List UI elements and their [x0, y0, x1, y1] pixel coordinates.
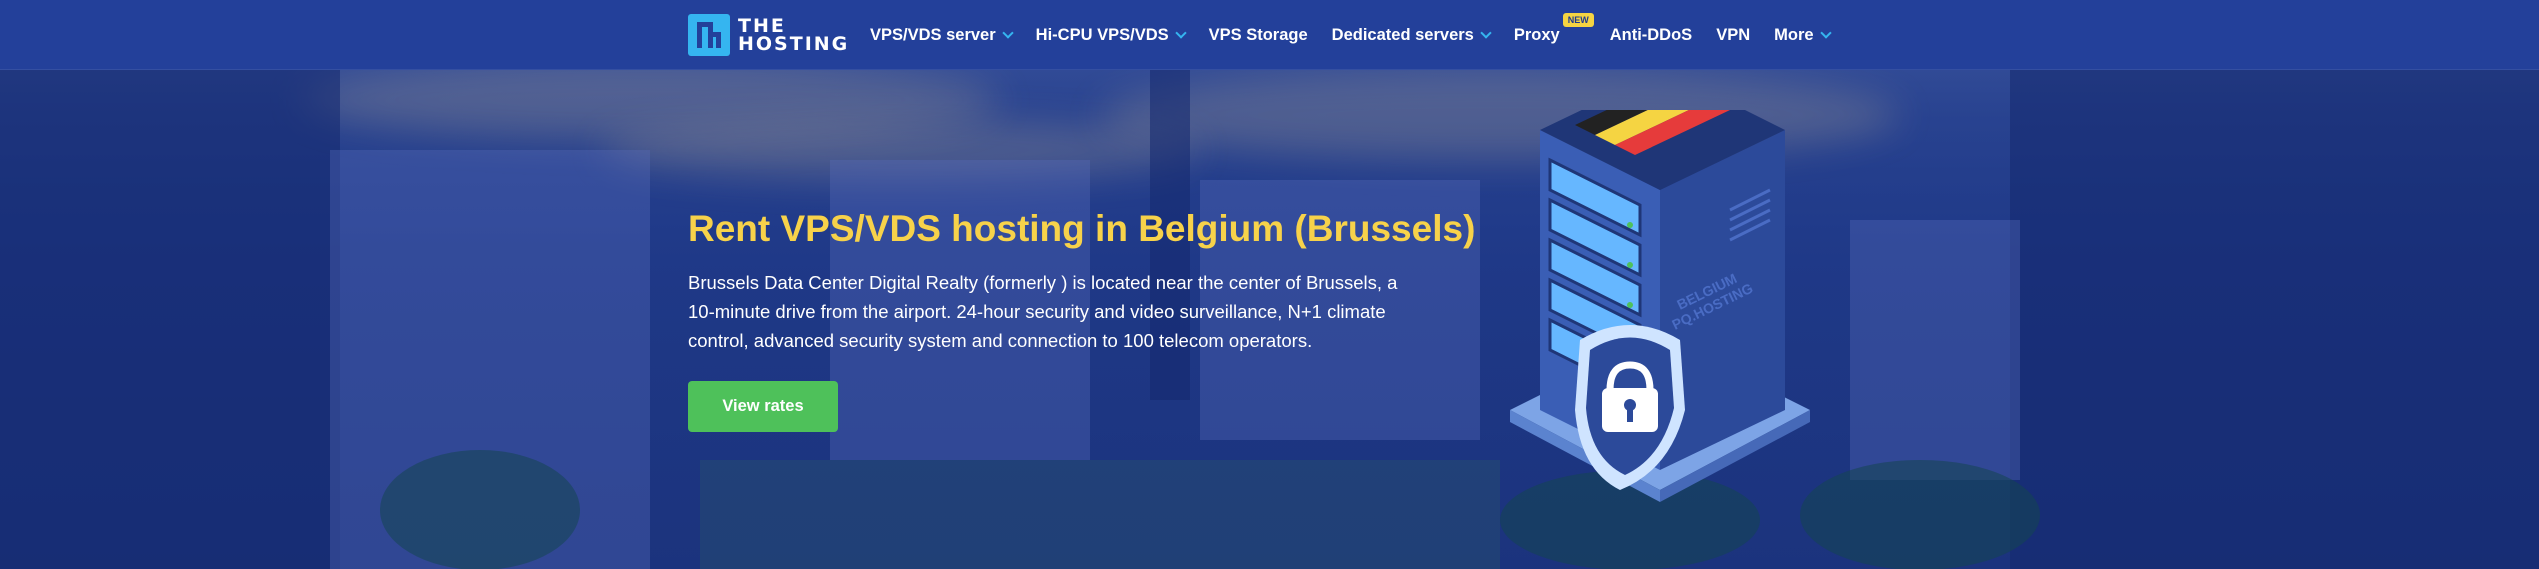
hero-description: Brussels Data Center Digital Realty (for… [688, 272, 1398, 351]
logo-icon [688, 14, 730, 56]
nav-label: VPS/VDS server [870, 25, 996, 44]
nav-vpn[interactable]: VPN [1716, 26, 1750, 45]
nav-anti-ddos[interactable]: Anti-DDoS [1610, 26, 1692, 45]
nav-proxy[interactable]: Proxy NEW [1513, 12, 1594, 45]
nav-label: Proxy [1513, 25, 1560, 44]
chevron-down-icon [1174, 27, 1187, 39]
nav-dedicated-servers[interactable]: Dedicated servers [1331, 25, 1492, 45]
chevron-down-icon [1002, 27, 1014, 39]
logo[interactable]: THE HOSTING [688, 14, 849, 56]
view-rates-button[interactable]: View rates [688, 381, 838, 432]
logo-text: THE HOSTING [738, 17, 850, 55]
nav-label: Dedicated servers [1331, 25, 1474, 44]
main-nav: VPS/VDS server Hi-CPU VPS/VDS VPS Storag… [870, 0, 1854, 70]
chevron-down-icon [1819, 27, 1832, 39]
new-badge: NEW [1562, 12, 1594, 27]
server-illustration: BELGIUM PQ.HOSTING [1510, 110, 1810, 502]
nav-vps-vds-server[interactable]: VPS/VDS server [870, 25, 1014, 45]
nav-label: Anti-DDoS [1609, 25, 1693, 44]
site-header: THE HOSTING VPS/VDS server Hi-CPU VPS/VD… [0, 0, 2539, 70]
page-title: Rent VPS/VDS hosting in Belgium (Brussel… [688, 208, 1476, 249]
nav-vps-storage[interactable]: VPS Storage [1209, 26, 1308, 45]
nav-label: Hi-CPU VPS/VDS [1035, 25, 1169, 44]
logo-text-line2: HOSTING [738, 33, 850, 55]
nav-label: VPN [1716, 25, 1751, 44]
chevron-down-icon [1480, 27, 1492, 39]
nav-more[interactable]: More [1774, 25, 1832, 45]
nav-label: More [1774, 25, 1814, 44]
nav-hi-cpu-vps[interactable]: Hi-CPU VPS/VDS [1035, 25, 1187, 45]
nav-label: VPS Storage [1208, 25, 1308, 44]
